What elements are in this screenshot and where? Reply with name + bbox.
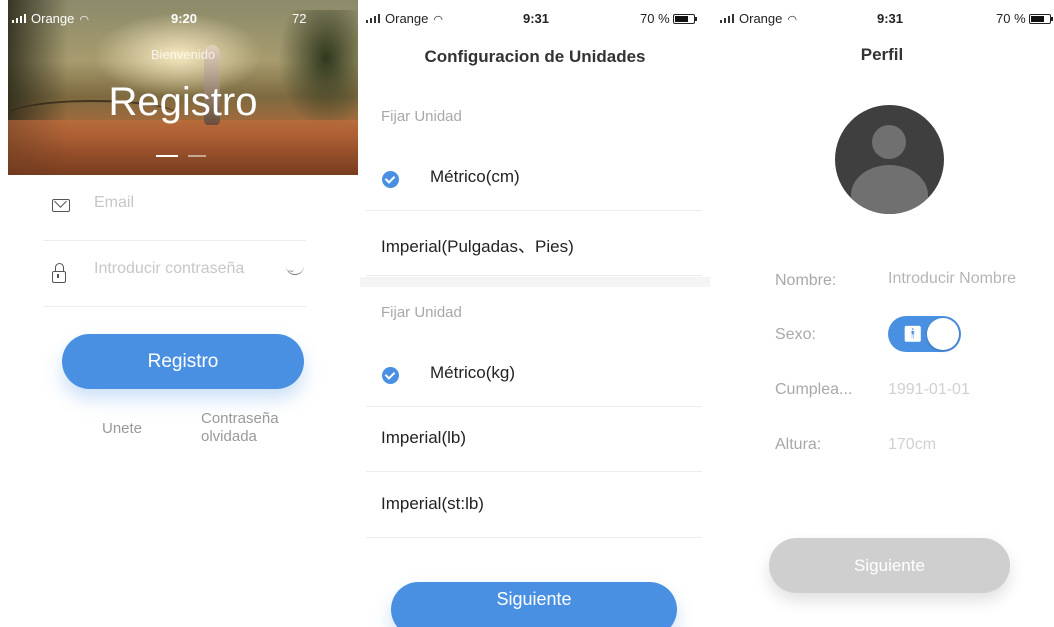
email-field[interactable] [94,194,274,212]
email-field-row [44,175,306,241]
wifi-icon: ◠ [79,14,89,26]
register-screen: Bienvenido Registro Orange ◠ 9:20 72 Regi… [0,0,360,627]
birthday-field[interactable]: 1991-01-01 [888,381,970,399]
carousel-indicator[interactable] [156,144,216,162]
status-time: 9:31 [877,11,904,26]
checkmark-icon [382,367,399,384]
battery-status: 70 % [996,11,1053,26]
carrier-name: Orange [739,11,783,26]
status-bar: Orange ◠ 9:31 70 % [360,0,710,36]
signal-icon [366,14,382,23]
wifi-icon: ◠ [787,14,797,26]
option-imperial-inches-feet[interactable]: Imperial(Pulgadas、Pies) [366,211,702,276]
name-label: Nombre: [775,272,837,289]
welcome-text: Bienvenido [150,47,216,62]
name-field[interactable] [888,270,1048,288]
battery-status: 70 % [640,11,697,26]
status-bar: Orange ◠ 9:20 72 [0,0,360,36]
checkmark-icon [382,171,399,188]
avatar[interactable] [835,105,944,214]
height-unit-section-label: Fijar Unidad [381,108,462,125]
carrier-name: Orange [385,11,429,26]
page-title: Configuracion de Unidades [424,47,646,66]
section-divider [360,277,710,287]
sex-toggle[interactable]: 🚹︎ [888,316,961,352]
battery-icon [1028,14,1053,24]
option-imperial-st-lb[interactable]: Imperial(st:lb) [366,473,702,538]
page-title: Perfil [860,45,904,64]
battery-icon [672,14,697,24]
units-screen: Orange ◠ 9:31 70 % Configuracion de Unida… [360,0,710,627]
lock-icon [52,263,70,283]
weight-unit-section-label: Fijar Unidad [381,304,462,321]
carrier-name: Orange [31,11,75,26]
birthday-label: Cumplea... [775,381,853,398]
join-link[interactable]: Unete [102,420,142,438]
wifi-icon: ◠ [433,14,443,26]
male-icon: 🚹︎ [903,326,923,343]
option-metric-kg[interactable]: Métrico(kg) [366,342,702,407]
sex-label: Sexo: [775,326,816,343]
envelope-icon [52,199,70,215]
hero-title: Registro [108,80,258,124]
signal-icon [12,14,28,23]
battery-percent: 72 [292,11,307,26]
register-button[interactable]: Registro [62,334,304,389]
height-label: Altura: [775,436,822,453]
status-time: 9:31 [523,11,550,26]
next-button[interactable]: Siguiente [391,582,677,627]
password-field[interactable] [94,260,274,278]
profile-screen: Orange ◠ 9:31 70 % Perfil Nombre: Sexo: 🚹… [710,0,1054,627]
status-bar: Orange ◠ 9:31 70 % [710,0,1054,36]
password-field-row [44,241,306,307]
signal-icon [720,14,736,23]
status-time: 9:20 [171,11,198,26]
avatar-placeholder-icon [872,125,906,159]
height-field[interactable]: 170cm [888,436,936,454]
next-button-disabled[interactable]: Siguiente [769,538,1010,593]
eye-closed-icon[interactable] [286,265,304,280]
forgot-password-link[interactable]: Contraseña olvidada [201,410,279,446]
option-imperial-lb[interactable]: Imperial(lb) [366,407,702,472]
option-metric-cm[interactable]: Métrico(cm) [366,146,702,211]
